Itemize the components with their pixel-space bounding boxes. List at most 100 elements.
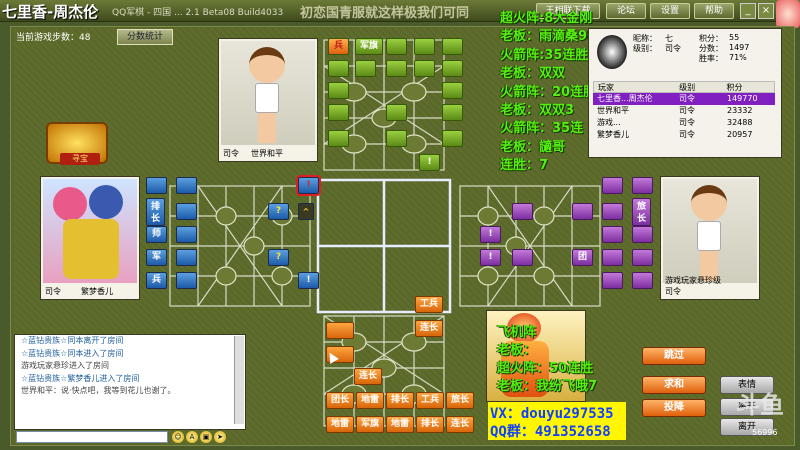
watermark: 斗鱼 — [736, 391, 784, 419]
chat-log[interactable]: ☆蓝钻贵族☆同本离开了房间 ☆蓝钻贵族☆同本进入了房间 游戏玩家悬珍进入了房间 … — [14, 334, 246, 430]
piece-right[interactable] — [632, 272, 653, 289]
skip-button[interactable]: 跳过 — [642, 347, 706, 365]
peace-button[interactable]: 求和 — [642, 376, 706, 394]
player-info-panel: 昵称： 七 级别： 司令 积分： 55 分数： 1497 胜率： 71% 玩家 … — [588, 28, 782, 158]
piece-left-selected[interactable]: ! — [296, 175, 321, 196]
piece-left-question[interactable]: ? — [268, 249, 289, 266]
player-ranking-table: 玩家 级别 积分 七里香...周杰伦 司令 149770 世界和平 司令 233… — [593, 81, 775, 141]
piece-right[interactable] — [602, 272, 623, 289]
piece-right-regiment[interactable]: 团 — [572, 249, 593, 266]
chat-scrollbar[interactable] — [234, 336, 244, 424]
piece-right-brigade[interactable]: 旅长 — [632, 198, 651, 226]
piece-own-company-2[interactable]: 连长 — [354, 368, 382, 385]
piece-own-row2-0[interactable]: 地雷 — [326, 416, 354, 433]
piece-own-engineer[interactable]: 工兵 — [415, 296, 443, 313]
piece-top[interactable] — [442, 104, 463, 121]
chat-line: 游戏玩家悬珍进入了房间 — [21, 361, 109, 370]
piece-left[interactable] — [176, 249, 197, 266]
piece-top[interactable] — [414, 38, 435, 55]
player-name-right: 游戏玩家悬珍级 — [665, 276, 721, 285]
piece-own[interactable] — [326, 322, 354, 339]
piece-right[interactable] — [512, 203, 533, 220]
streamer-avatar — [776, 0, 800, 28]
piece-right-bang[interactable]: ! — [480, 226, 501, 243]
piece-top-flag-label[interactable]: 兵 — [328, 38, 349, 55]
piece-own-row2-2[interactable]: 地雷 — [386, 416, 414, 433]
piece-right[interactable] — [602, 249, 623, 266]
piece-right[interactable] — [602, 177, 623, 194]
piece-top[interactable] — [442, 82, 463, 99]
piece-top[interactable] — [328, 82, 349, 99]
piece-right[interactable] — [602, 226, 623, 243]
piece-own-company[interactable]: 连长 — [415, 320, 443, 337]
overlay-line: 飞机阵 — [497, 325, 537, 340]
piece-left-army[interactable]: 军 — [146, 249, 167, 266]
piece-right[interactable] — [632, 177, 653, 194]
table-row[interactable]: 繁梦香儿 司令 20957 — [593, 129, 775, 141]
stream-overlay-bottom: 飞机阵 老板： 超火阵：50连胜 老板：我纷飞哦7 — [497, 324, 597, 396]
piece-top[interactable] — [442, 130, 463, 147]
piece-top-army-flag[interactable]: 军旗 — [355, 38, 383, 55]
image-icon[interactable]: ▣ — [200, 431, 212, 443]
send-icon[interactable]: ➤ — [214, 431, 226, 443]
piece-own-row1-4[interactable]: 旅长 — [446, 392, 474, 409]
piece-top[interactable] — [442, 38, 463, 55]
piece-left[interactable] — [176, 226, 197, 243]
piece-own-row2-4[interactable]: 连长 — [446, 416, 474, 433]
help-button[interactable]: 帮助 — [694, 3, 734, 19]
overlay-line: 超火阵:8大金刚 — [500, 11, 593, 26]
player-rank-right: 司令 — [665, 287, 681, 296]
piece-right[interactable] — [632, 226, 653, 243]
table-row[interactable]: 七里香...周杰伦 司令 149770 — [593, 93, 775, 105]
piece-top[interactable] — [386, 60, 407, 77]
piece-top[interactable] — [386, 38, 407, 55]
piece-top[interactable] — [442, 60, 463, 77]
piece-own-row1-3[interactable]: 工兵 — [416, 392, 444, 409]
table-row[interactable]: 游戏... 司令 32488 — [593, 117, 775, 129]
piece-left-division[interactable]: 师 — [146, 226, 167, 243]
piece-right-bang[interactable]: ! — [480, 249, 501, 266]
chat-input[interactable] — [16, 431, 168, 443]
piece-right[interactable] — [572, 203, 593, 220]
overlay-line: 连胜：7 — [500, 158, 549, 174]
piece-left[interactable] — [146, 177, 167, 194]
close-icon[interactable]: × — [758, 3, 774, 19]
font-icon[interactable]: A — [186, 431, 198, 443]
piece-top[interactable] — [414, 60, 435, 77]
piece-left-platoon[interactable]: 排长 — [146, 198, 165, 226]
piece-top[interactable] — [328, 130, 349, 147]
piece-own-row1-0[interactable]: 团长 — [326, 392, 354, 409]
piece-left-up[interactable]: ^ — [298, 203, 314, 220]
piece-left-question[interactable]: ? — [268, 203, 289, 220]
table-row[interactable]: 世界和平 司令 23332 — [593, 105, 775, 117]
piece-top[interactable] — [328, 104, 349, 121]
piece-top-bang[interactable]: ! — [419, 154, 440, 171]
piece-left-soldier[interactable]: 兵 — [146, 272, 167, 289]
piece-left[interactable] — [176, 177, 197, 194]
piece-top[interactable] — [386, 104, 407, 121]
piece-right[interactable] — [512, 249, 533, 266]
piece-left[interactable] — [176, 272, 197, 289]
winrate-value: 71% — [729, 53, 747, 62]
piece-left-bang[interactable]: ! — [298, 272, 319, 289]
piece-top[interactable] — [386, 130, 407, 147]
piece-top[interactable] — [328, 60, 349, 77]
chat-line: ☆蓝钻贵族☆同本进入了房间 — [21, 348, 124, 358]
overlay-line: 老板：我纷飞哦7 — [497, 379, 598, 394]
piece-top[interactable] — [355, 60, 376, 77]
piece-right[interactable] — [602, 203, 623, 220]
minimize-icon[interactable]: _ — [740, 3, 756, 19]
contact-qq: QQ群：491352658 — [490, 424, 611, 440]
smile-icon[interactable]: ☺ — [172, 431, 184, 443]
piece-left[interactable] — [176, 203, 197, 220]
piece-own-row2-1[interactable]: 军旗 — [356, 416, 384, 433]
piece-right[interactable] — [632, 249, 653, 266]
piece-own-row2-3[interactable]: 排长 — [416, 416, 444, 433]
piece-own-row1-1[interactable]: 地雷 — [356, 392, 384, 409]
surrender-button[interactable]: 投降 — [642, 399, 706, 417]
avatar — [43, 179, 137, 283]
streamer-name: 七里香-周杰伦 — [2, 3, 99, 21]
avatar — [663, 179, 757, 283]
settings-button[interactable]: 设置 — [650, 3, 690, 19]
piece-own-row1-2[interactable]: 排长 — [386, 392, 414, 409]
